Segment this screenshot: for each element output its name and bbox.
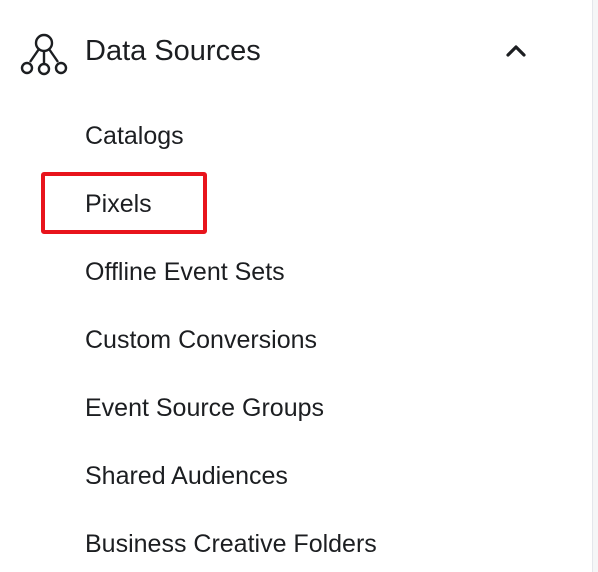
menu-item-event-source-groups[interactable]: Event Source Groups [85, 392, 324, 424]
section-title: Data Sources [85, 35, 261, 67]
data-sources-network-icon [20, 33, 68, 76]
menu-item-offline-event-sets[interactable]: Offline Event Sets [85, 256, 285, 288]
menu-item-custom-conversions[interactable]: Custom Conversions [85, 324, 317, 356]
data-sources-section-header[interactable]: Data Sources [0, 18, 560, 84]
menu-item-catalogs[interactable]: Catalogs [85, 120, 184, 152]
menu-item-business-creative-folders[interactable]: Business Creative Folders [85, 528, 377, 560]
scrollbar-track [592, 0, 598, 572]
chevron-up-icon[interactable] [503, 38, 529, 64]
menu-item-shared-audiences[interactable]: Shared Audiences [85, 460, 288, 492]
menu-item-pixels[interactable]: Pixels [85, 188, 152, 220]
